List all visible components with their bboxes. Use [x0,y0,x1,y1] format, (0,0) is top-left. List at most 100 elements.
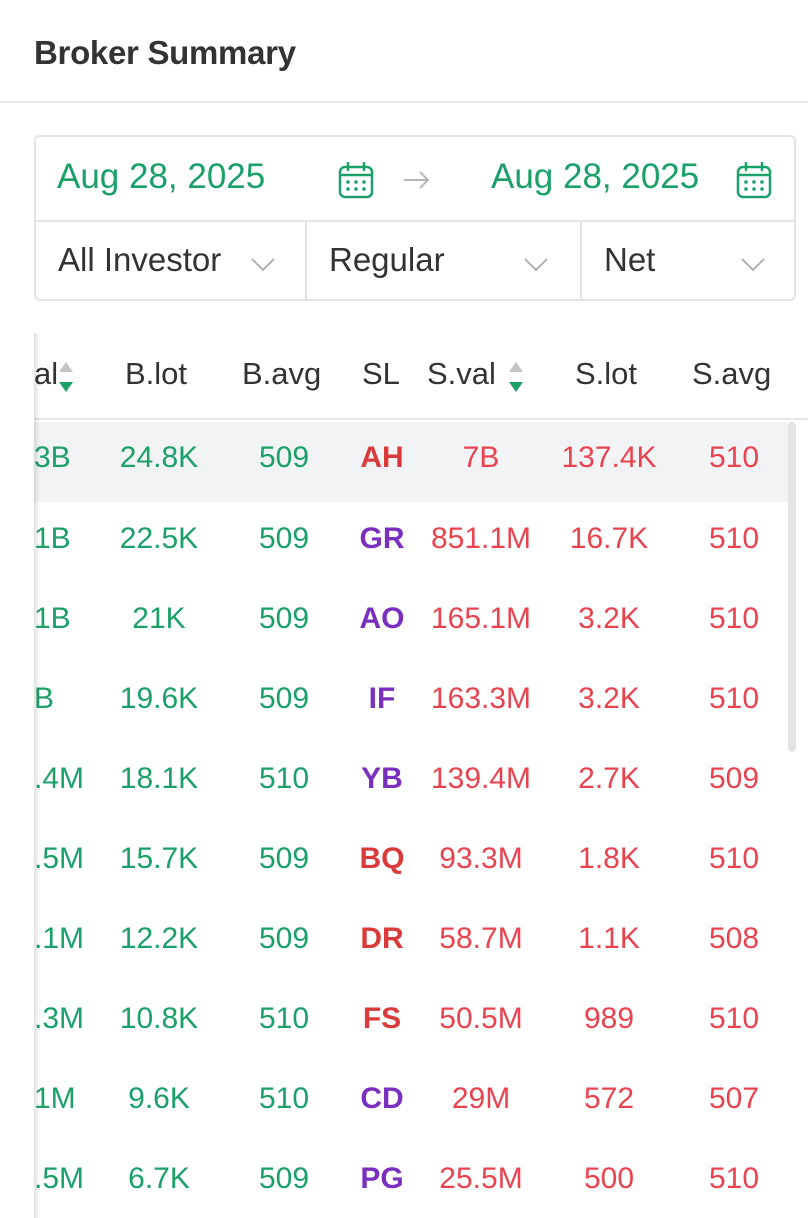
cell-b-lot: 12.2K [119,922,199,955]
table-row[interactable]: 1B 21K 509 AO 165.1M 3.2K 510 [34,583,788,663]
market-select[interactable]: Regular [307,222,582,299]
cell-s-lot: 137.4K [561,441,657,474]
cell-s-avg: 510 [708,522,760,555]
cell-b-avg: 509 [258,602,310,635]
cell-s-val: 165.1M [430,602,532,635]
cell-b-lot: 9.6K [128,1082,190,1115]
sort-icon[interactable] [507,360,525,394]
market-select-value: Regular [329,241,445,278]
table-row[interactable]: B 19.6K 509 IF 163.3M 3.2K 510 [34,663,788,743]
calendar-icon[interactable] [736,162,772,200]
cell-s-val: 58.7M [439,922,523,955]
table-row[interactable]: 3B 24.8K 509 AH 7B 137.4K 510 [34,422,788,502]
cell-sl[interactable]: CD [360,1082,403,1116]
cell-s-lot: 1.8K [578,842,640,875]
mode-select[interactable]: Net [582,222,794,299]
column-header-s-val[interactable]: S.val [427,356,496,392]
cell-s-lot: 989 [583,1002,635,1035]
cell-b-val: 1M [34,1082,76,1115]
table-row[interactable]: 1M 9.6K 510 CD 29M 572 507 [34,1063,788,1143]
cell-sl[interactable]: IF [369,682,396,716]
cell-s-avg: 510 [708,842,760,875]
broker-summary-table[interactable]: al B.lot B.avg SL S.val S.lot S.avg 3B 24… [34,333,808,1218]
cell-s-val: 25.5M [439,1162,523,1195]
table-row[interactable]: .5M 15.7K 509 BQ 93.3M 1.8K 510 [34,823,788,903]
table-row[interactable]: .1M 12.2K 509 DR 58.7M 1.1K 508 [34,903,788,983]
cell-b-lot: 18.1K [119,762,199,795]
cell-s-val: 139.4M [430,762,532,795]
page-title: Broker Summary [34,34,296,71]
cell-s-avg: 510 [708,682,760,715]
cell-s-avg: 507 [708,1082,760,1115]
cell-b-val: .5M [34,842,85,875]
cell-b-avg: 509 [258,842,310,875]
cell-b-avg: 509 [258,682,310,715]
cell-b-avg: 509 [258,922,310,955]
cell-s-lot: 2.7K [578,762,640,795]
cell-s-lot: 1.1K [578,922,640,955]
cell-s-val: 93.3M [439,842,523,875]
filter-panel: Aug 28, 2025 Aug 28, 2025 All Investor R… [34,135,796,301]
cell-sl[interactable]: AO [360,602,405,636]
column-header-s-lot[interactable]: S.lot [575,356,637,392]
scroll-shadow [34,333,40,1218]
table-row[interactable]: 1B 22.5K 509 GR 851.1M 16.7K 510 [34,503,788,583]
chevron-down-icon [251,258,275,272]
cell-sl[interactable]: GR [360,522,405,556]
sort-icon[interactable] [57,360,75,394]
cell-s-val: 851.1M [430,522,532,555]
chevron-down-icon [741,258,765,272]
cell-b-val: .3M [34,1002,85,1035]
cell-b-avg: 510 [258,762,310,795]
cell-s-avg: 510 [708,441,760,474]
calendar-icon[interactable] [338,162,374,200]
cell-s-lot: 3.2K [578,602,640,635]
page-header: Broker Summary [0,0,808,103]
cell-sl[interactable]: DR [360,922,403,956]
cell-b-val: .4M [34,762,85,795]
cell-s-lot: 3.2K [578,682,640,715]
cell-b-lot: 6.7K [128,1162,190,1195]
cell-sl[interactable]: AH [360,441,403,475]
table-header: al B.lot B.avg SL S.val S.lot S.avg [34,333,808,420]
table-row[interactable]: .4M 18.1K 510 YB 139.4M 2.7K 509 [34,743,788,823]
cell-s-avg: 510 [708,1002,760,1035]
cell-b-lot: 15.7K [119,842,199,875]
table-row[interactable]: .5M 6.7K 509 PG 25.5M 500 510 [34,1143,788,1218]
cell-b-val: .5M [34,1162,85,1195]
end-date-field[interactable]: Aug 28, 2025 [491,157,699,197]
cell-b-avg: 510 [258,1082,310,1115]
cell-b-avg: 509 [258,441,310,474]
cell-s-lot: 572 [583,1082,635,1115]
investor-select[interactable]: All Investor [36,222,307,299]
cell-s-avg: 510 [708,602,760,635]
cell-b-lot: 19.6K [119,682,199,715]
cell-b-lot: 24.8K [119,441,199,474]
column-header-b-avg[interactable]: B.avg [242,356,321,392]
cell-sl[interactable]: YB [361,762,403,796]
column-header-b-lot[interactable]: B.lot [125,356,187,392]
chevron-down-icon [524,258,548,272]
vertical-scrollbar[interactable] [788,422,796,752]
cell-s-lot: 16.7K [569,522,649,555]
cell-b-avg: 509 [258,522,310,555]
investor-select-value: All Investor [58,241,222,278]
cell-sl[interactable]: FS [363,1002,401,1036]
mode-select-value: Net [604,241,656,278]
cell-s-val: 7B [462,441,500,474]
cell-b-avg: 510 [258,1002,310,1035]
cell-sl[interactable]: BQ [360,842,405,876]
cell-b-lot: 22.5K [119,522,199,555]
cell-b-lot: 21K [132,602,186,635]
cell-s-val: 50.5M [439,1002,523,1035]
table-row[interactable]: .3M 10.8K 510 FS 50.5M 989 510 [34,983,788,1063]
start-date-field[interactable]: Aug 28, 2025 [57,157,265,197]
cell-s-val: 29M [451,1082,511,1115]
column-header-sl[interactable]: SL [362,356,400,392]
cell-sl[interactable]: PG [360,1162,403,1196]
column-header-s-avg[interactable]: S.avg [692,356,771,392]
date-range-picker: Aug 28, 2025 Aug 28, 2025 [36,137,794,222]
cell-s-val: 163.3M [430,682,532,715]
cell-s-avg: 510 [708,1162,760,1195]
cell-b-val: .1M [34,922,85,955]
